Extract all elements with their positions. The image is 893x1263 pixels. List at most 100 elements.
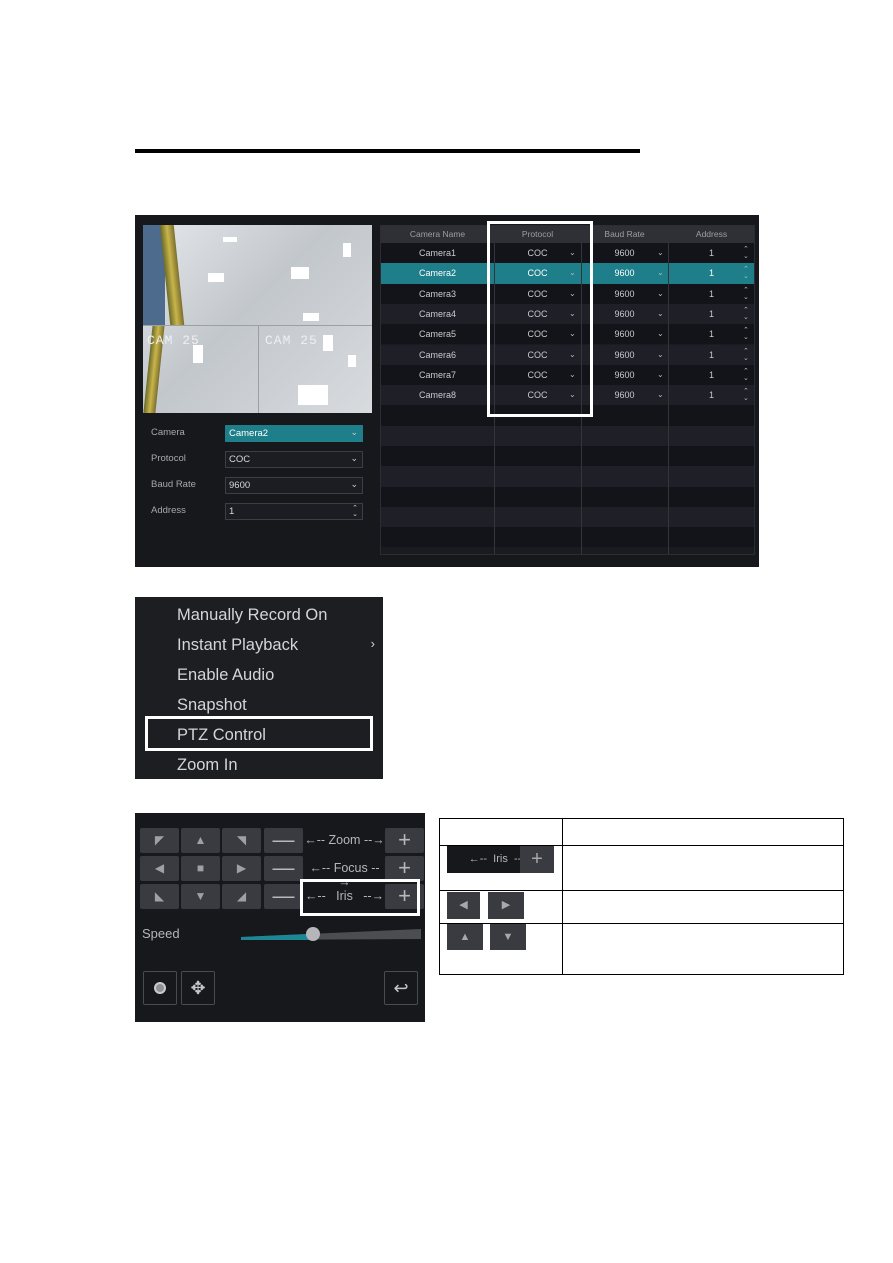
stop-button[interactable]: ■: [181, 856, 220, 881]
baud-rate-cell[interactable]: 9600: [581, 324, 668, 344]
arrow-down-icon: ▼: [194, 889, 207, 903]
chevron-down-icon[interactable]: ⌄: [657, 304, 664, 324]
focus-minus-button[interactable]: —: [264, 856, 303, 881]
camera-name-cell: Camera5: [418, 329, 456, 340]
zoom-minus-button[interactable]: —: [264, 828, 303, 853]
chevron-down-icon[interactable]: ⌄: [657, 263, 664, 283]
pan-down-left-button[interactable]: ◣: [140, 884, 179, 909]
address-cell[interactable]: 1: [668, 365, 755, 385]
spinner-arrows-icon[interactable]: ⌃ ⌄: [743, 307, 749, 321]
address-cell[interactable]: 1: [668, 385, 755, 405]
legend-header-icon-cell: [440, 819, 563, 846]
spinner-arrows-icon[interactable]: ⌃ ⌄: [743, 327, 749, 341]
legend-iris-icon-cell: ←-- Iris --→ +: [440, 846, 563, 891]
pan-up-button[interactable]: ▲: [181, 828, 220, 853]
form-row-baud-rate: Baud Rate 9600 ⌄: [151, 477, 371, 495]
baud-rate-cell[interactable]: 9600: [581, 345, 668, 365]
speed-label: Speed: [142, 926, 180, 941]
preset-record-button[interactable]: [143, 971, 177, 1005]
empty-table-row: [381, 425, 754, 446]
address-cell[interactable]: 1: [668, 345, 755, 365]
camera-protocol-settings-panel: CAM 25 CAM 25 Camera Camera2 ⌄ Protocol C…: [135, 215, 759, 567]
baud-rate-cell[interactable]: 9600: [581, 243, 668, 263]
chevron-down-icon: ⌄: [350, 427, 358, 437]
address-cell[interactable]: 1: [668, 284, 755, 304]
spinner-arrows-icon[interactable]: ⌃ ⌄: [743, 348, 749, 362]
protocol-column-highlight-box: [487, 221, 593, 417]
camera-overlay-label: CAM 25: [147, 333, 200, 348]
chevron-down-icon[interactable]: ⌄: [657, 284, 664, 304]
arrow-down-left-icon: ◣: [154, 889, 165, 903]
spinner-arrows-icon[interactable]: ⌃ ⌄: [352, 505, 358, 518]
arrow-right-icon: ▶: [488, 892, 524, 919]
baud-rate-cell[interactable]: 9600: [581, 263, 668, 283]
spinner-arrows-icon[interactable]: ⌃ ⌄: [743, 266, 749, 280]
chevron-down-icon[interactable]: ⌄: [657, 345, 664, 365]
camera-overlay-label: CAM 25: [265, 333, 318, 348]
spinner-arrows-icon[interactable]: ⌃ ⌄: [743, 368, 749, 382]
ptz-legend-table: ←-- Iris --→ + ◀ ▶ ▲ ▼: [439, 818, 844, 975]
arrow-down-icon: ▼: [490, 924, 526, 950]
address-spinner-value: 1: [229, 506, 235, 517]
address-cell[interactable]: 1: [668, 324, 755, 344]
live-view-context-menu: Manually Record On Instant Playback › En…: [135, 597, 383, 779]
menu-item-manually-record-on[interactable]: Manually Record On: [177, 606, 327, 625]
spinner-arrows-icon[interactable]: ⌃ ⌄: [743, 287, 749, 301]
legend-header-description-cell: [563, 819, 844, 846]
camera-label: Camera: [151, 427, 185, 438]
speed-slider-thumb[interactable]: [306, 927, 320, 941]
iris-minus-button[interactable]: —: [264, 884, 303, 909]
pan-right-button[interactable]: ▶: [222, 856, 261, 881]
column-header-address[interactable]: Address: [668, 226, 755, 243]
back-button[interactable]: ↩: [384, 971, 418, 1005]
address-cell[interactable]: 1: [668, 243, 755, 263]
menu-item-instant-playback[interactable]: Instant Playback: [177, 636, 298, 655]
column-header-baud-rate[interactable]: Baud Rate: [581, 226, 668, 243]
chevron-down-icon[interactable]: ⌄: [657, 324, 664, 344]
protocol-select[interactable]: COC ⌄: [225, 451, 363, 468]
return-arrow-icon: ↩: [393, 978, 409, 998]
chevron-down-icon[interactable]: ⌄: [657, 385, 664, 405]
camera-name-cell: Camera7: [418, 369, 456, 380]
move-button[interactable]: ✥: [181, 971, 215, 1005]
arrow-left-icon: ◀: [447, 892, 480, 919]
iris-plus-icon: +: [520, 846, 554, 873]
empty-table-row: [381, 446, 754, 467]
column-header-camera-name[interactable]: Camera Name: [381, 226, 494, 243]
chevron-down-icon: ⌄: [350, 453, 358, 463]
pan-down-right-button[interactable]: ◢: [222, 884, 261, 909]
camera-preview: CAM 25 CAM 25: [143, 225, 372, 413]
menu-item-enable-audio[interactable]: Enable Audio: [177, 666, 274, 685]
speed-slider[interactable]: [241, 926, 421, 942]
menu-item-zoom-in[interactable]: Zoom In: [177, 756, 238, 775]
form-row-camera: Camera Camera2 ⌄: [151, 425, 371, 443]
empty-table-row: [381, 527, 754, 548]
pan-down-button[interactable]: ▼: [181, 884, 220, 909]
spinner-arrows-icon[interactable]: ⌃ ⌄: [743, 388, 749, 402]
move-cross-icon: ✥: [190, 978, 206, 998]
baud-rate-cell[interactable]: 9600: [581, 304, 668, 324]
baud-rate-cell[interactable]: 9600: [581, 365, 668, 385]
ptz-control-highlight-box: [145, 716, 373, 751]
arrow-up-icon: ▲: [194, 833, 207, 847]
zoom-plus-button[interactable]: +: [385, 828, 424, 853]
baud-rate-select[interactable]: 9600 ⌄: [225, 477, 363, 494]
speed-slider-fill: [241, 933, 313, 940]
chevron-down-icon[interactable]: ⌄: [657, 365, 664, 385]
spinner-arrows-icon[interactable]: ⌃ ⌄: [743, 246, 749, 260]
address-cell[interactable]: 1: [668, 304, 755, 324]
focus-plus-button[interactable]: +: [385, 856, 424, 881]
baud-rate-cell[interactable]: 9600: [581, 385, 668, 405]
record-dot-icon: [154, 981, 166, 994]
camera-select[interactable]: Camera2 ⌄: [225, 425, 363, 442]
submenu-arrow-icon: ›: [370, 636, 375, 651]
pan-up-left-button[interactable]: ◤: [140, 828, 179, 853]
menu-item-snapshot[interactable]: Snapshot: [177, 696, 247, 715]
pan-up-right-button[interactable]: ◥: [222, 828, 261, 853]
address-spinner[interactable]: 1 ⌃ ⌄: [225, 503, 363, 520]
chevron-down-icon[interactable]: ⌄: [657, 243, 664, 263]
baud-rate-cell[interactable]: 9600: [581, 284, 668, 304]
legend-up-down-description-cell: [563, 924, 844, 975]
pan-left-button[interactable]: ◀: [140, 856, 179, 881]
address-cell[interactable]: 1: [668, 263, 755, 283]
